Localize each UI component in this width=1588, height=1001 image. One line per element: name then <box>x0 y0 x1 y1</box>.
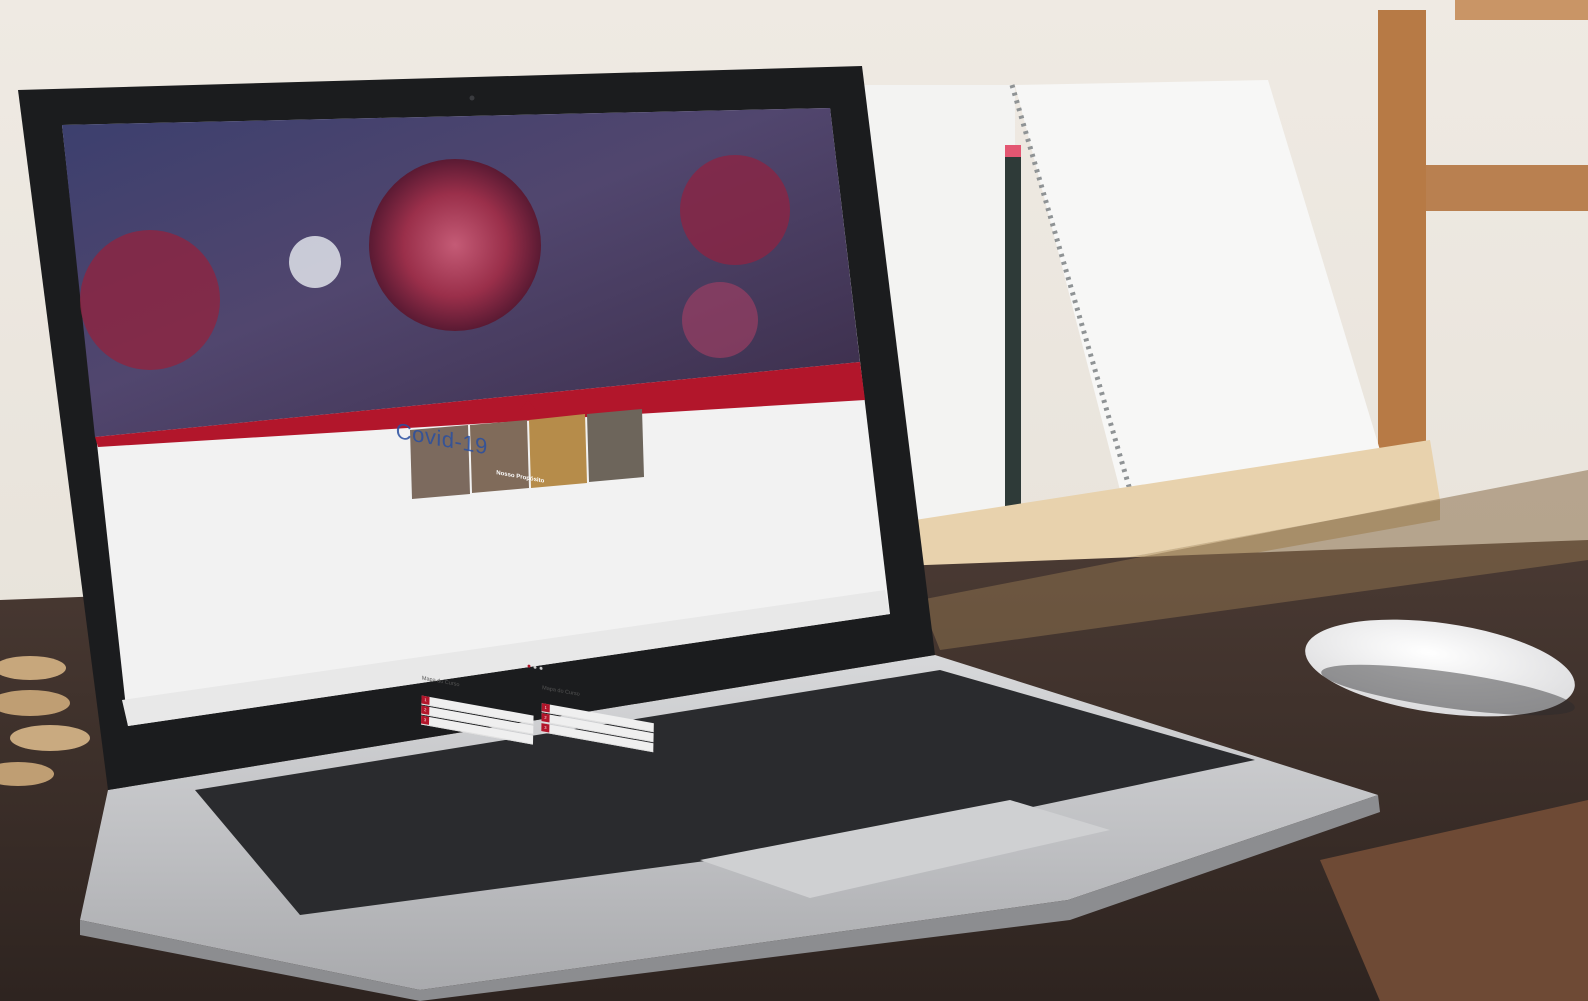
band-title: Nosso Propósito <box>496 470 545 485</box>
hero-title: Covid-19 <box>395 417 489 460</box>
instructor-card-name <box>584 594 642 604</box>
instructor-card-name <box>404 562 462 572</box>
wood-slice <box>10 725 90 751</box>
pencil <box>1005 150 1021 510</box>
instructor-card-name <box>524 583 582 593</box>
course-map-title: Mapa do Curso <box>542 685 580 698</box>
carousel-dot[interactable] <box>533 665 537 669</box>
pencil-eraser <box>1005 145 1021 157</box>
instructor-card-text <box>584 578 642 588</box>
carousel-dot[interactable] <box>539 666 543 671</box>
wood-frame-post <box>1378 10 1426 450</box>
instructor-card-name <box>464 573 522 583</box>
instructor-card-text <box>524 567 582 577</box>
webcam <box>469 95 475 101</box>
course-map-title: Mapa do Curso <box>421 675 460 689</box>
carousel-dot[interactable] <box>527 664 531 668</box>
instructor-card-text <box>404 546 462 556</box>
carousel-dots[interactable] <box>527 664 546 671</box>
instructor-card-text <box>464 557 522 567</box>
wood-frame-rail <box>1426 165 1588 211</box>
wood-frame-top <box>1455 0 1588 20</box>
